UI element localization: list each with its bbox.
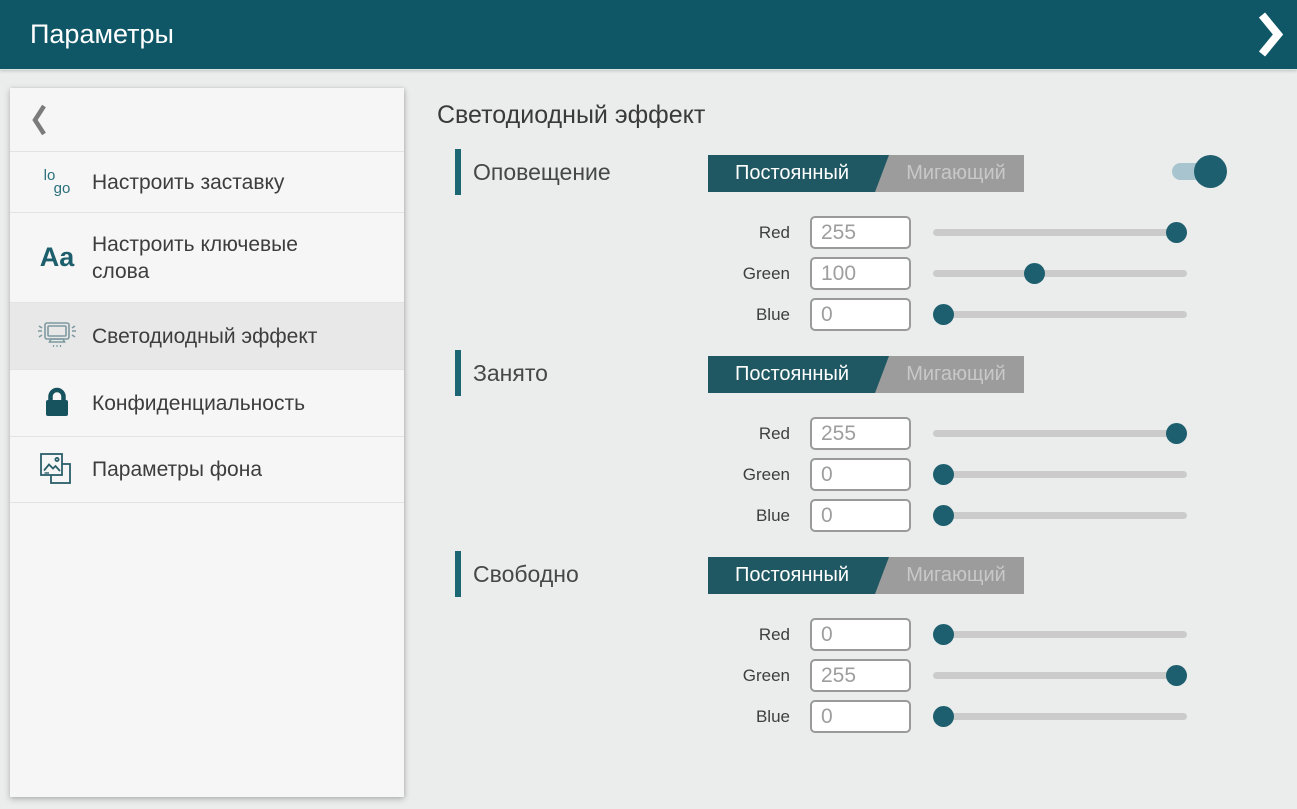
green-value-input[interactable] bbox=[810, 257, 911, 290]
led-screen-icon bbox=[34, 313, 80, 359]
channel-label: Green bbox=[670, 458, 790, 491]
green-slider[interactable] bbox=[933, 458, 1187, 491]
led-effect-panel: Светодиодный эффект Оповещение Мигающий … bbox=[437, 88, 1297, 809]
slider-thumb[interactable] bbox=[1166, 222, 1187, 243]
slider-track bbox=[933, 270, 1187, 277]
channel-label: Blue bbox=[670, 298, 790, 331]
green-value-input[interactable] bbox=[810, 659, 911, 692]
green-channel-row: Green bbox=[437, 257, 1297, 290]
chevron-right-icon[interactable] bbox=[1257, 11, 1284, 58]
mode-segmented-control: Мигающий Постоянный bbox=[708, 155, 1024, 192]
blue-channel-row: Blue bbox=[437, 499, 1297, 532]
slider-track bbox=[933, 713, 1187, 720]
mode-option-blinking[interactable]: Мигающий bbox=[888, 557, 1024, 594]
logo-icon: logo bbox=[34, 159, 80, 205]
channel-label: Blue bbox=[670, 700, 790, 733]
settings-app-window: Параметры logo Настроить заставку Aa bbox=[0, 0, 1297, 809]
blue-value-input[interactable] bbox=[810, 700, 911, 733]
blue-slider[interactable] bbox=[933, 499, 1187, 532]
red-value-input[interactable] bbox=[810, 417, 911, 450]
slider-thumb[interactable] bbox=[933, 464, 954, 485]
slider-thumb[interactable] bbox=[933, 624, 954, 645]
slider-thumb[interactable] bbox=[933, 706, 954, 727]
green-slider[interactable] bbox=[933, 659, 1187, 692]
channel-label: Red bbox=[670, 216, 790, 249]
sidebar-item-screensaver[interactable]: logo Настроить заставку bbox=[10, 152, 404, 213]
red-slider[interactable] bbox=[933, 618, 1187, 651]
slider-track bbox=[933, 631, 1187, 638]
slider-thumb[interactable] bbox=[1166, 665, 1187, 686]
channel-label: Red bbox=[670, 618, 790, 651]
channel-label: Green bbox=[670, 659, 790, 692]
toggle-knob bbox=[1194, 155, 1227, 188]
section-busy: Занято Мигающий Постоянный Red Green bbox=[437, 349, 1297, 550]
sidebar-item-keywords[interactable]: Aa Настроить ключевые слова bbox=[10, 213, 404, 303]
sidebar-item-privacy[interactable]: Конфиденциальность bbox=[10, 370, 404, 437]
chevron-left-icon bbox=[31, 103, 47, 137]
sidebar-item-label: Настроить ключевые слова bbox=[92, 231, 332, 285]
mode-option-blinking[interactable]: Мигающий bbox=[888, 155, 1024, 192]
sidebar-item-label: Настроить заставку bbox=[92, 169, 284, 196]
section-accent-bar bbox=[455, 149, 461, 195]
section-notification: Оповещение Мигающий Постоянный Red Green bbox=[437, 148, 1297, 349]
channel-label: Green bbox=[670, 257, 790, 290]
slider-thumb[interactable] bbox=[1166, 423, 1187, 444]
background-image-icon bbox=[34, 447, 80, 493]
slider-track bbox=[933, 430, 1187, 437]
blue-slider[interactable] bbox=[933, 298, 1187, 331]
slider-thumb[interactable] bbox=[933, 505, 954, 526]
section-title: Занято bbox=[473, 350, 548, 396]
notification-enable-toggle[interactable] bbox=[1172, 155, 1225, 188]
green-slider[interactable] bbox=[933, 257, 1187, 290]
slider-track bbox=[933, 311, 1187, 318]
blue-channel-row: Blue bbox=[437, 700, 1297, 733]
green-channel-row: Green bbox=[437, 458, 1297, 491]
mode-segmented-control: Мигающий Постоянный bbox=[708, 356, 1024, 393]
slider-thumb[interactable] bbox=[933, 304, 954, 325]
channel-label: Red bbox=[670, 417, 790, 450]
green-value-input[interactable] bbox=[810, 458, 911, 491]
mode-option-constant[interactable]: Постоянный bbox=[708, 557, 889, 594]
keywords-aa-icon: Aa bbox=[34, 235, 80, 281]
sidebar-back-button[interactable] bbox=[10, 88, 404, 152]
sidebar-item-label: Параметры фона bbox=[92, 456, 262, 483]
section-accent-bar bbox=[455, 551, 461, 597]
red-slider[interactable] bbox=[933, 417, 1187, 450]
settings-sidebar: logo Настроить заставку Aa Настроить клю… bbox=[10, 88, 404, 797]
blue-value-input[interactable] bbox=[810, 298, 911, 331]
blue-slider[interactable] bbox=[933, 700, 1187, 733]
slider-track bbox=[933, 229, 1187, 236]
mode-segmented-control: Мигающий Постоянный bbox=[708, 557, 1024, 594]
page-title: Параметры bbox=[30, 0, 174, 69]
sidebar-item-label: Светодиодный эффект bbox=[92, 323, 317, 350]
section-accent-bar bbox=[455, 350, 461, 396]
panel-title: Светодиодный эффект bbox=[437, 101, 705, 130]
mode-option-blinking[interactable]: Мигающий bbox=[888, 356, 1024, 393]
channel-label: Blue bbox=[670, 499, 790, 532]
red-value-input[interactable] bbox=[810, 618, 911, 651]
sidebar-item-led-effect[interactable]: Светодиодный эффект bbox=[10, 303, 404, 370]
lock-icon bbox=[34, 380, 80, 426]
slider-track bbox=[933, 512, 1187, 519]
section-free: Свободно Мигающий Постоянный Red Green bbox=[437, 550, 1297, 751]
red-channel-row: Red bbox=[437, 417, 1297, 450]
red-value-input[interactable] bbox=[810, 216, 911, 249]
red-slider[interactable] bbox=[933, 216, 1187, 249]
slider-track bbox=[933, 672, 1187, 679]
sidebar-item-background[interactable]: Параметры фона bbox=[10, 437, 404, 503]
app-header: Параметры bbox=[0, 0, 1297, 70]
blue-value-input[interactable] bbox=[810, 499, 911, 532]
section-title: Оповещение bbox=[473, 149, 611, 195]
green-channel-row: Green bbox=[437, 659, 1297, 692]
blue-channel-row: Blue bbox=[437, 298, 1297, 331]
mode-option-constant[interactable]: Постоянный bbox=[708, 155, 889, 192]
mode-option-constant[interactable]: Постоянный bbox=[708, 356, 889, 393]
slider-track bbox=[933, 471, 1187, 478]
slider-thumb[interactable] bbox=[1024, 263, 1045, 284]
section-title: Свободно bbox=[473, 551, 579, 597]
sidebar-item-label: Конфиденциальность bbox=[92, 390, 305, 417]
red-channel-row: Red bbox=[437, 618, 1297, 651]
red-channel-row: Red bbox=[437, 216, 1297, 249]
